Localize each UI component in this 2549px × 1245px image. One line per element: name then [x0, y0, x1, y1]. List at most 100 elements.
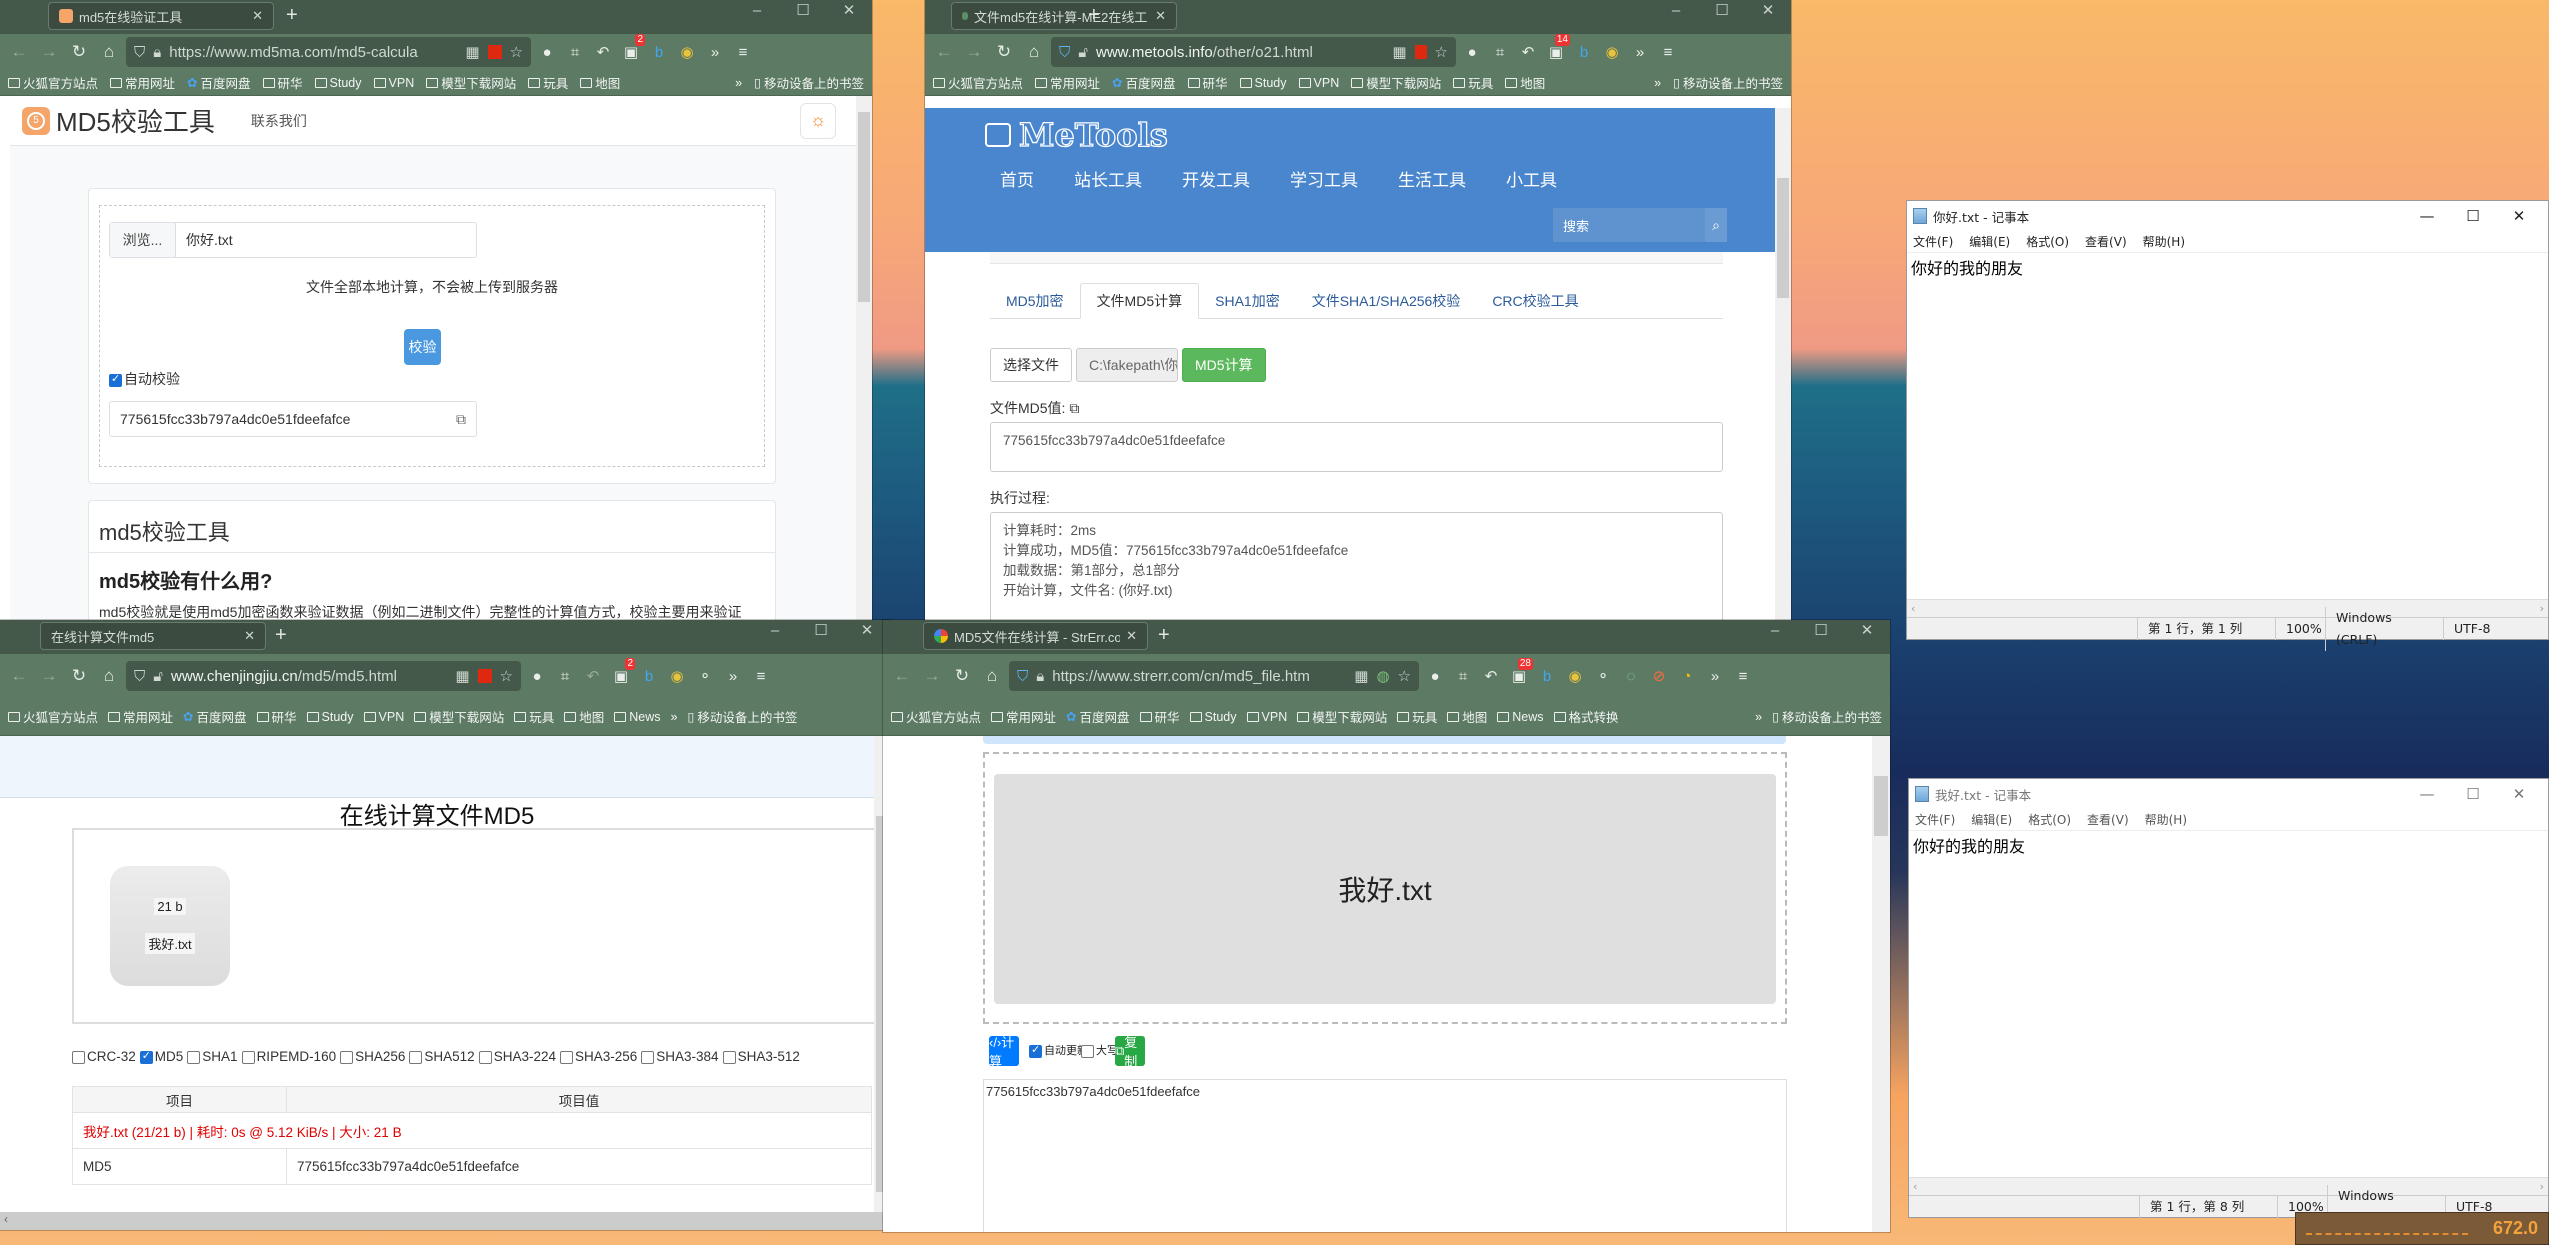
- bookmark-folder[interactable]: 常用网址: [110, 73, 175, 92]
- tab-md5-encrypt[interactable]: MD5加密: [990, 283, 1080, 318]
- overflow-icon[interactable]: »: [1628, 44, 1652, 61]
- file-input[interactable]: 浏览... 你好.txt: [109, 222, 477, 258]
- bookmark-folder[interactable]: 地图: [1447, 707, 1487, 726]
- browse-button[interactable]: 浏览...: [110, 223, 176, 257]
- checkbox-checked[interactable]: [139, 1049, 153, 1064]
- bookmarks-overflow-icon[interactable]: »: [1755, 710, 1762, 724]
- bookmark-folder[interactable]: 火狐官方站点: [8, 707, 98, 726]
- compute-button[interactable]: ‹/›计算: [989, 1035, 1019, 1069]
- nav-item[interactable]: 学习工具: [1290, 166, 1358, 191]
- reload-button[interactable]: ↻: [66, 42, 92, 62]
- bookmark-folder[interactable]: 玩具: [528, 73, 568, 92]
- bookmark-folder[interactable]: Study: [314, 76, 362, 90]
- menu-icon[interactable]: ≡: [731, 44, 755, 61]
- algorithm-option[interactable]: CRC-32: [72, 1049, 136, 1064]
- bookmark-baidu[interactable]: ✿ 百度网盘: [187, 73, 251, 92]
- undo-icon[interactable]: ↶: [1516, 43, 1540, 61]
- back-button[interactable]: ←: [6, 666, 32, 686]
- bing-icon[interactable]: b: [637, 668, 661, 685]
- undo-icon[interactable]: ↶: [581, 667, 605, 685]
- checkbox-unchecked[interactable]: [72, 1050, 85, 1064]
- minimize-button[interactable]: –: [752, 620, 798, 654]
- minimize-button[interactable]: –: [1752, 620, 1798, 654]
- forward-button[interactable]: →: [961, 42, 987, 62]
- algorithm-option[interactable]: SHA256: [340, 1049, 405, 1064]
- extension-balls-icon[interactable]: ⚬: [693, 667, 717, 685]
- new-tab-button[interactable]: +: [1088, 4, 1100, 27]
- bookmark-folder[interactable]: 玩具: [514, 707, 554, 726]
- bookmark-folder[interactable]: Study: [1239, 76, 1287, 90]
- vertical-scrollbar[interactable]: [1872, 736, 1890, 1232]
- browser-tab[interactable]: md5在线验证工具 ✕: [48, 2, 274, 30]
- qr-code-icon[interactable]: ▦: [1354, 667, 1368, 685]
- search-input[interactable]: 搜索: [1553, 216, 1705, 235]
- browser-tab[interactable]: MD5文件在线计算 - StrErr.com ✕: [923, 622, 1148, 650]
- md5-value-textarea[interactable]: 775615fcc33b797a4dc0e51fdeefafce: [990, 422, 1723, 472]
- new-tab-button[interactable]: +: [275, 624, 287, 647]
- extension-badge-icon[interactable]: ▣ 14: [1544, 34, 1570, 61]
- bookmark-folder[interactable]: News: [1497, 710, 1544, 724]
- extension-avatar-icon[interactable]: ●: [1460, 44, 1484, 61]
- extension-badge-icon[interactable]: ▣ 2: [609, 658, 635, 685]
- algorithm-option[interactable]: SHA3-224: [478, 1049, 556, 1064]
- theme-toggle-sun-icon[interactable]: ☼: [800, 102, 836, 139]
- file-tile[interactable]: 21 b 我好.txt: [110, 866, 230, 986]
- menu-icon[interactable]: ≡: [749, 668, 773, 685]
- new-tab-button[interactable]: +: [286, 4, 298, 27]
- maximize-button[interactable]: ☐: [1699, 0, 1745, 34]
- checkbox-unchecked[interactable]: [478, 1050, 492, 1064]
- horizontal-scrollbar[interactable]: ‹›: [0, 1212, 890, 1230]
- file-drop-area[interactable]: 21 b 我好.txt: [72, 828, 874, 1024]
- back-button[interactable]: ←: [6, 42, 32, 62]
- close-tab-icon[interactable]: ✕: [244, 628, 255, 644]
- menu-edit[interactable]: 编辑(E): [1971, 811, 2012, 828]
- checkbox-unchecked[interactable]: [722, 1050, 736, 1064]
- bookmark-folder[interactable]: 模型下载网站: [414, 707, 504, 726]
- menu-format[interactable]: 格式(O): [2028, 811, 2071, 828]
- close-tab-icon[interactable]: ✕: [252, 8, 263, 24]
- nav-item[interactable]: 站长工具: [1074, 166, 1142, 191]
- minimize-button[interactable]: —: [2404, 207, 2450, 225]
- checkbox-checked[interactable]: [1029, 1043, 1042, 1058]
- extension-avatar-icon[interactable]: ●: [525, 668, 549, 685]
- menu-help[interactable]: 帮助(H): [2143, 233, 2185, 250]
- menu-view[interactable]: 查看(V): [2087, 811, 2129, 828]
- undo-icon[interactable]: ↶: [1479, 667, 1503, 685]
- bookmark-folder[interactable]: 常用网址: [1035, 73, 1100, 92]
- bookmark-baidu[interactable]: ✿ 百度网盘: [183, 707, 247, 726]
- close-window-button[interactable]: ✕: [2496, 207, 2542, 225]
- extension-badge-icon[interactable]: ▣ 2: [619, 34, 645, 61]
- tab-file-sha[interactable]: 文件SHA1/SHA256校验: [1296, 283, 1477, 318]
- forward-button[interactable]: →: [919, 666, 945, 686]
- bookmark-star-icon[interactable]: ☆: [1435, 43, 1448, 61]
- qr-code-icon[interactable]: ▦: [455, 667, 469, 685]
- globe-icon[interactable]: ◉: [1600, 43, 1624, 61]
- checkbox-unchecked[interactable]: [187, 1050, 201, 1064]
- bookmark-folder[interactable]: VPN: [363, 710, 404, 724]
- bookmark-folder[interactable]: VPN: [1298, 76, 1339, 90]
- address-bar[interactable]: ⛉ 🔒︎ https://www.md5ma.com/md5-calcula ▦…: [126, 37, 531, 67]
- maximize-button[interactable]: ☐: [780, 0, 826, 34]
- bookmark-folder[interactable]: VPN: [373, 76, 414, 90]
- home-button[interactable]: ⌂: [96, 666, 122, 686]
- bookmark-folder[interactable]: 玩具: [1397, 707, 1437, 726]
- checkbox-unchecked[interactable]: [1081, 1044, 1094, 1058]
- bookmark-folder[interactable]: VPN: [1246, 710, 1287, 724]
- checkbox-unchecked[interactable]: [241, 1050, 255, 1064]
- sync-icon[interactable]: ◌: [1619, 668, 1643, 685]
- bookmark-star-icon[interactable]: ☆: [1398, 667, 1411, 685]
- mobile-bookmarks[interactable]: ▯ 移动设备上的书签: [687, 707, 797, 726]
- bookmark-star-icon[interactable]: ☆: [500, 667, 513, 685]
- bookmark-baidu[interactable]: ✿ 百度网盘: [1066, 707, 1130, 726]
- bookmark-folder[interactable]: 火狐官方站点: [8, 73, 98, 92]
- extension-avatar-icon[interactable]: ●: [535, 44, 559, 61]
- globe-icon[interactable]: ◉: [675, 43, 699, 61]
- bookmark-folder[interactable]: Study: [306, 710, 354, 724]
- nav-contact-link[interactable]: 联系我们: [251, 111, 307, 131]
- bookmark-folder[interactable]: 地图: [580, 73, 620, 92]
- nav-item[interactable]: 小工具: [1506, 166, 1557, 191]
- menu-help[interactable]: 帮助(H): [2145, 811, 2187, 828]
- vertical-scrollbar[interactable]: [1775, 108, 1791, 620]
- minimize-button[interactable]: –: [734, 0, 780, 34]
- algorithm-option[interactable]: RIPEMD-160: [241, 1049, 336, 1064]
